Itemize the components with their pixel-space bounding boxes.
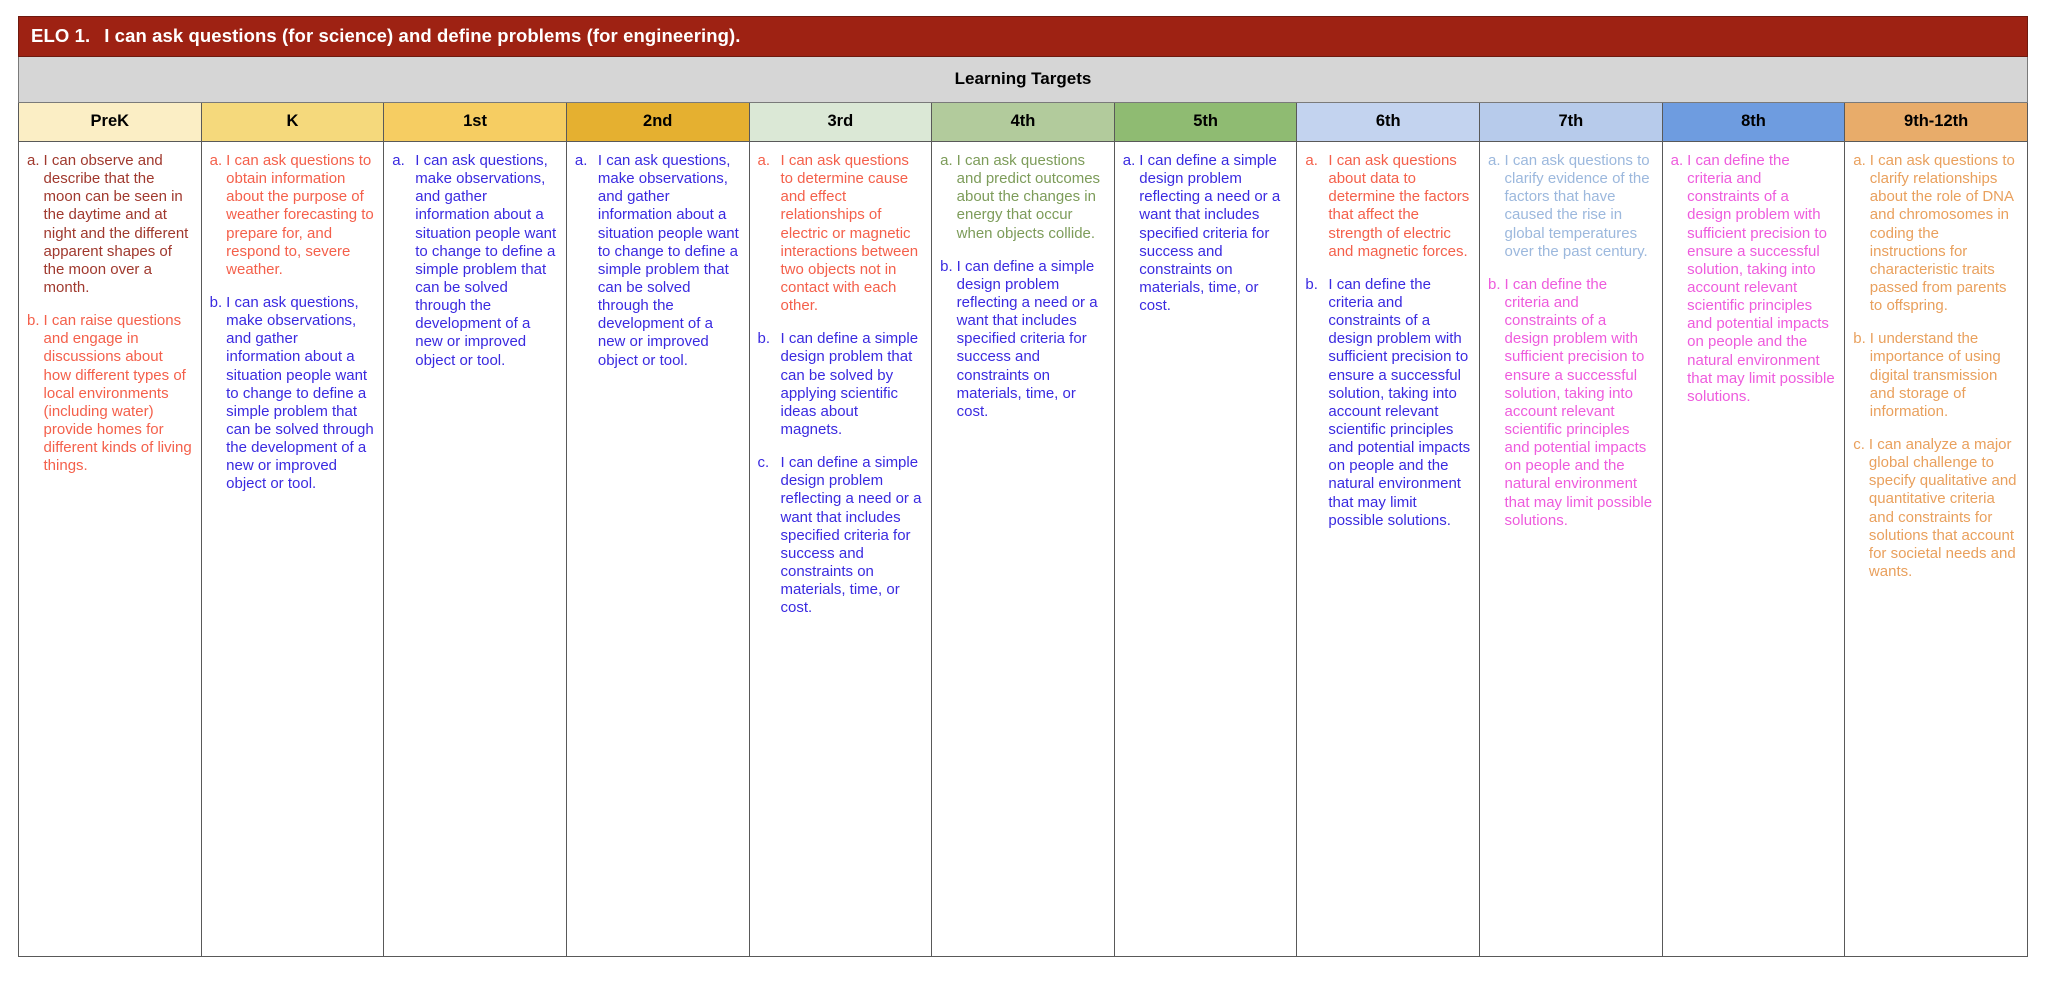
item-text: I can define a simple design problem ref… xyxy=(780,454,922,617)
learning-target-item: b. I can define the criteria and constrai… xyxy=(1488,276,1654,530)
item-marker: a. xyxy=(1670,152,1684,169)
learning-target-item: c. I can analyze a major global challenge… xyxy=(1853,436,2019,581)
grade-cell-k: a. I can ask questions to obtain informat… xyxy=(200,141,385,957)
learning-target-item: a. I can ask questions to obtain informat… xyxy=(210,152,376,279)
elo-banner: ELO 1. I can ask questions (for science) … xyxy=(18,16,2028,57)
item-marker: b. xyxy=(27,312,40,330)
item-text: I can ask questions to obtain informatio… xyxy=(226,152,374,278)
grade-header-3rd: 3rd xyxy=(748,102,933,142)
item-marker: a. xyxy=(574,152,588,169)
grade-header-prek: PreK xyxy=(18,102,202,142)
item-marker: a. xyxy=(27,152,40,169)
learning-target-item: b. I can raise questions and engage in di… xyxy=(27,312,193,475)
item-text: I can observe and describe that the moon… xyxy=(43,152,189,296)
grade-cell-5th: a. I can define a simple design problem r… xyxy=(1113,141,1298,957)
learning-targets-row: Learning Targets xyxy=(18,56,2028,103)
elo-number: ELO 1. xyxy=(31,25,91,46)
learning-target-item: b. I can define a simple design problem t… xyxy=(758,330,924,439)
grade-header-9th-12th: 9th-12th xyxy=(1844,102,2028,142)
grade-header-row: PreK K 1st 2nd 3rd 4th 5th 6th 7th 8th 9th-12th xyxy=(18,102,2028,142)
grade-header-8th: 8th xyxy=(1661,102,1846,142)
grade-cell-prek: a. I can observe and describe that the mo… xyxy=(18,141,202,957)
learning-targets-title: Learning Targets xyxy=(18,56,2028,103)
item-text: I can ask questions about data to determ… xyxy=(1328,152,1470,260)
elo-standards-page: ELO 1. I can ask questions (for science) … xyxy=(0,0,2048,985)
item-marker: b. xyxy=(209,293,223,311)
item-text: I understand the importance of using dig… xyxy=(1869,330,2001,420)
item-marker: a. xyxy=(1488,152,1501,169)
item-text: I can ask questions and predict outcomes… xyxy=(956,152,1101,242)
item-text: I can define the criteria and constraint… xyxy=(1504,275,1653,529)
item-marker: b. xyxy=(1853,330,1866,348)
learning-target-item: b. I can define the criteria and constrai… xyxy=(1305,276,1471,530)
learning-target-item: a. I can define a simple design problem r… xyxy=(1123,152,1289,315)
grade-cell-4th: a. I can ask questions and predict outcom… xyxy=(931,141,1115,957)
grade-header-5th: 5th xyxy=(1113,102,1298,142)
learning-target-item: a. I can ask questions to clarify evidenc… xyxy=(1488,152,1654,261)
grade-cell-9th-12th: a. I can ask questions to clarify relatio… xyxy=(1844,141,2028,957)
item-marker: a. xyxy=(757,152,771,169)
item-marker: b. xyxy=(940,257,953,275)
grade-header-1st: 1st xyxy=(383,102,567,142)
grade-cell-2nd: a. I can ask questions, make observations… xyxy=(565,141,750,957)
grade-header-k: K xyxy=(200,102,385,142)
item-marker: c. xyxy=(1853,435,1865,453)
grade-header-7th: 7th xyxy=(1479,102,1663,142)
item-text: I can ask questions, make observations, … xyxy=(597,152,739,369)
elo-statement: I can ask questions (for science) and de… xyxy=(104,25,741,46)
learning-target-item: a. I can observe and describe that the mo… xyxy=(27,152,193,297)
grade-header-4th: 4th xyxy=(931,102,1115,142)
item-marker: b. xyxy=(757,330,771,348)
grade-cell-6th: a. I can ask questions about data to dete… xyxy=(1296,141,1480,957)
learning-target-item: a. I can ask questions to clarify relatio… xyxy=(1853,152,2019,315)
grade-cell-1st: a. I can ask questions, make observations… xyxy=(383,141,567,957)
grade-header-6th: 6th xyxy=(1296,102,1480,142)
learning-target-item: c. I can define a simple design problem r… xyxy=(758,454,924,617)
learning-target-item: a. I can ask questions and predict outcom… xyxy=(940,152,1106,243)
item-text: I can ask questions to clarify evidence … xyxy=(1504,152,1650,260)
item-marker: a. xyxy=(1305,152,1318,169)
learning-target-item: a. I can ask questions about data to dete… xyxy=(1305,152,1471,261)
item-text: I can analyze a major global challenge t… xyxy=(1868,435,2017,580)
learning-target-item: b. I can define a simple design problem r… xyxy=(940,258,1106,421)
item-text: I can ask questions, make observations, … xyxy=(226,293,374,493)
item-text: I can define the criteria and constraint… xyxy=(1687,152,1835,405)
item-marker: c. xyxy=(757,454,770,472)
item-marker: b. xyxy=(1488,275,1501,293)
grade-body-row: a. I can observe and describe that the mo… xyxy=(18,141,2028,957)
item-marker: a. xyxy=(940,152,953,169)
item-text: I can define a simple design problem ref… xyxy=(956,257,1098,420)
learning-target-item: a. I can ask questions, make observations… xyxy=(575,152,741,370)
item-text: I can ask questions to determine cause a… xyxy=(780,152,919,315)
grade-header-2nd: 2nd xyxy=(565,102,750,142)
grade-cell-3rd: a. I can ask questions to determine cause… xyxy=(748,141,933,957)
item-text: I can ask questions to clarify relations… xyxy=(1869,152,2015,315)
grade-cell-7th: a. I can ask questions to clarify evidenc… xyxy=(1479,141,1663,957)
elo-banner-row: ELO 1. I can ask questions (for science) … xyxy=(18,16,2028,57)
grade-cell-8th: a. I can define the criteria and constrai… xyxy=(1661,141,1846,957)
item-marker: a. xyxy=(209,152,223,169)
elo-learning-targets-table: ELO 1. I can ask questions (for science) … xyxy=(18,16,2028,957)
item-text: I can ask questions, make observations, … xyxy=(415,152,557,369)
item-text: I can define a simple design problem tha… xyxy=(780,330,919,438)
item-text: I can define the criteria and constraint… xyxy=(1328,275,1471,529)
item-marker: a. xyxy=(1853,152,1866,169)
item-marker: a. xyxy=(1122,152,1136,169)
learning-target-item: b. I understand the importance of using d… xyxy=(1853,330,2019,421)
learning-target-item: a. I can define the criteria and constrai… xyxy=(1671,152,1837,406)
learning-target-item: b. I can ask questions, make observations… xyxy=(210,294,376,494)
item-text: I can raise questions and engage in disc… xyxy=(43,312,192,475)
learning-target-item: a. I can ask questions, make observations… xyxy=(392,152,558,370)
learning-target-item: a. I can ask questions to determine cause… xyxy=(758,152,924,315)
item-marker: a. xyxy=(392,152,405,169)
item-marker: b. xyxy=(1305,275,1318,293)
item-text: I can define a simple design problem ref… xyxy=(1139,152,1281,315)
